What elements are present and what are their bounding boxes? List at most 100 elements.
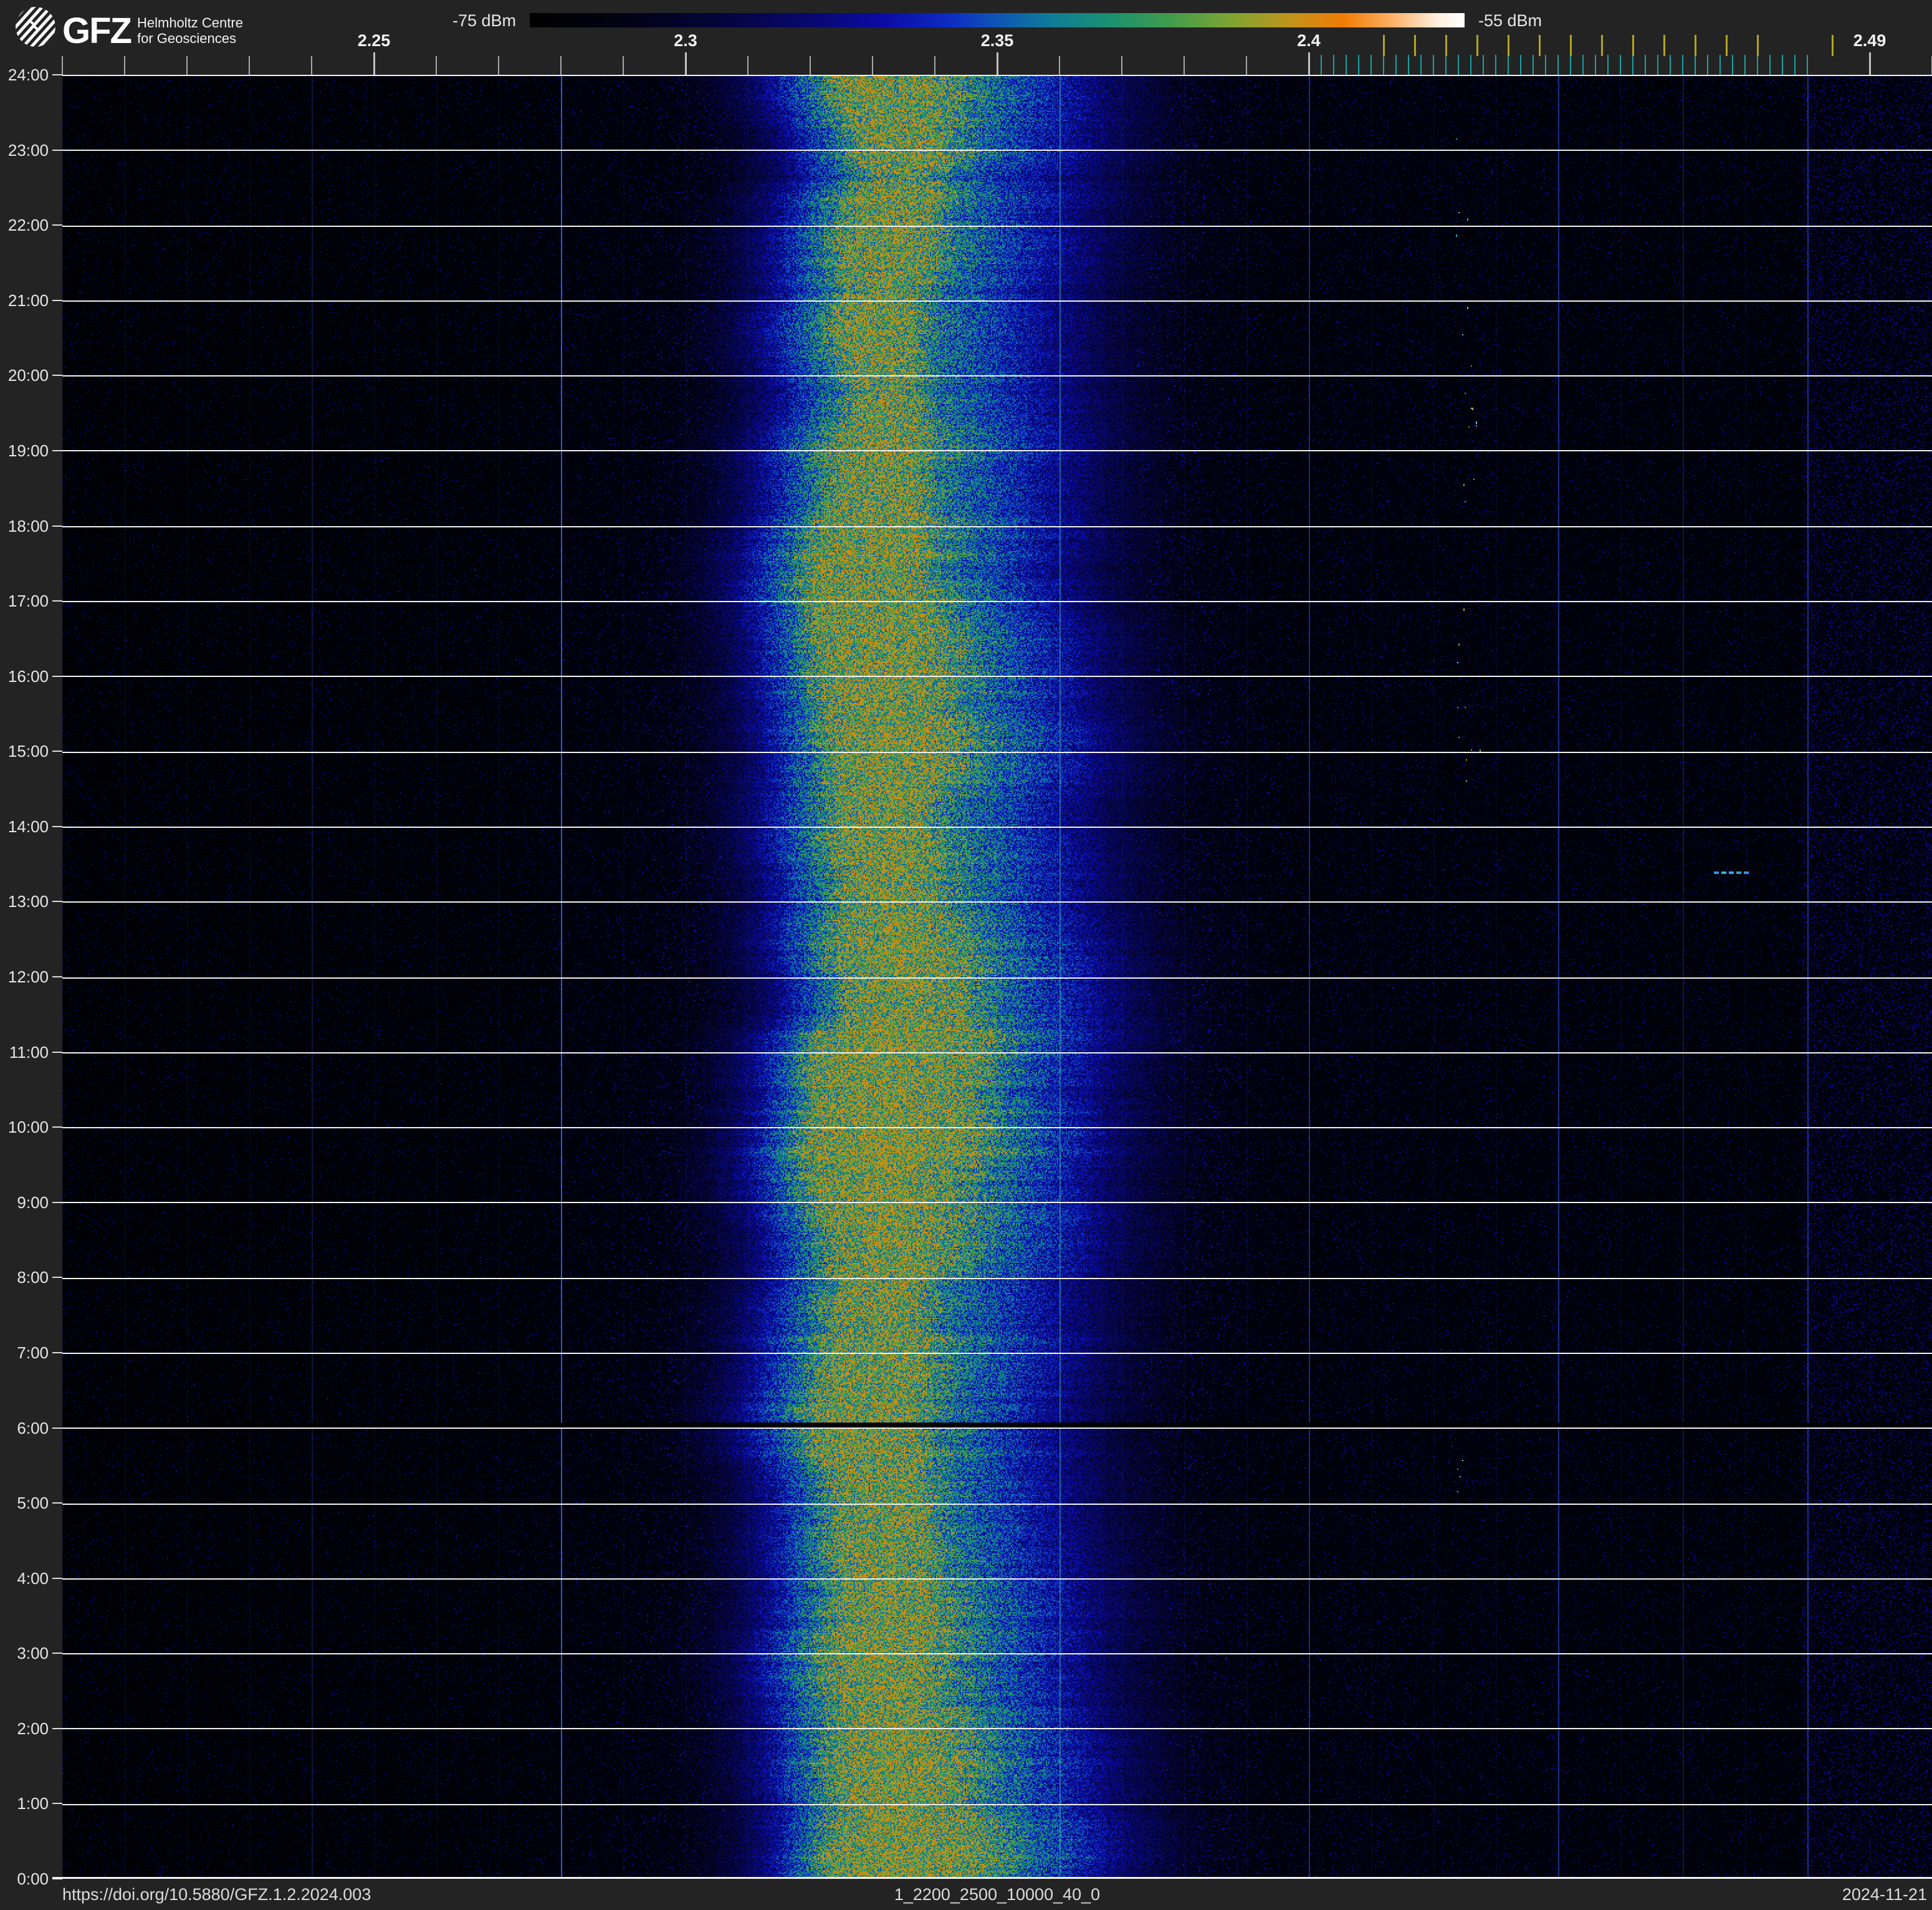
time-tick <box>52 600 62 602</box>
time-label: 23:00 <box>7 140 49 160</box>
ble-channel-tick <box>1682 55 1683 75</box>
time-label: 16:00 <box>7 666 49 686</box>
ble-channel-tick <box>1607 55 1609 75</box>
time-tick <box>52 675 62 677</box>
freq-tick-minor <box>872 56 873 75</box>
freq-tick-major <box>373 52 375 75</box>
time-tick <box>52 1803 62 1805</box>
dataset-id-label: 1_2200_2500_10000_40_0 <box>894 1885 1101 1904</box>
ble-channel-tick <box>1657 55 1658 75</box>
freq-tick-minor <box>124 56 125 75</box>
wifi-channel-tick <box>1832 35 1834 56</box>
time-tick <box>52 1351 62 1353</box>
time-tick <box>52 1051 62 1053</box>
time-label: 18:00 <box>7 516 49 535</box>
ble-channel-tick <box>1520 55 1521 75</box>
freq-tick-minor <box>311 56 312 75</box>
wifi-channel-tick <box>1632 35 1634 56</box>
time-tick <box>52 1277 62 1279</box>
freq-tick-minor <box>623 56 624 75</box>
wifi-channel-tick <box>1663 35 1665 56</box>
time-label: 11:00 <box>9 1042 49 1062</box>
wifi-channel-tick <box>1570 35 1572 56</box>
time-label: 2:00 <box>17 1719 49 1738</box>
ble-channel-tick <box>1620 55 1621 75</box>
freq-tick-minor <box>249 56 250 75</box>
time-label: 14:00 <box>7 817 49 836</box>
colorbar-min-label: -75 dBm <box>452 11 516 30</box>
time-tick <box>52 825 62 827</box>
time-tick <box>52 901 62 903</box>
freq-tick-label: 2.49 <box>1853 31 1887 50</box>
wifi-channel-tick <box>1695 35 1696 56</box>
freq-tick-minor <box>1184 56 1185 75</box>
time-tick <box>52 1126 62 1128</box>
time-label: 5:00 <box>17 1494 49 1513</box>
ble-channel-tick <box>1545 55 1546 75</box>
time-tick <box>52 74 62 75</box>
spectrogram-plot <box>62 75 1932 1879</box>
wifi-channel-tick <box>1445 35 1447 56</box>
ble-channel-tick <box>1695 55 1696 75</box>
freq-tick-label: 2.25 <box>357 31 391 50</box>
ble-channel-tick <box>1595 55 1596 75</box>
time-label: 24:00 <box>7 65 49 84</box>
ble-channel-tick <box>1470 55 1471 75</box>
time-label: 20:00 <box>7 366 49 385</box>
colorbar-gradient <box>530 13 1465 27</box>
ble-channel-tick <box>1645 55 1646 75</box>
time-label: 10:00 <box>7 1118 49 1137</box>
freq-tick-minor <box>1121 56 1122 75</box>
time-label: 15:00 <box>7 742 49 761</box>
ble-channel-tick <box>1433 55 1434 75</box>
freq-tick-label: 2.4 <box>1297 31 1321 50</box>
wifi-channel-tick <box>1539 35 1541 56</box>
ble-channel-tick <box>1370 55 1372 75</box>
freq-tick-major <box>997 52 998 75</box>
ble-channel-tick <box>1557 55 1559 75</box>
wifi-channel-tick <box>1508 35 1509 56</box>
ble-channel-tick <box>1707 55 1708 75</box>
wifi-channel-tick <box>1414 35 1416 56</box>
time-label: 17:00 <box>7 592 49 611</box>
freq-tick-minor <box>498 56 499 75</box>
gfz-globe-icon <box>16 7 55 47</box>
time-tick <box>52 299 62 301</box>
logo-acronym: GFZ <box>62 11 132 51</box>
time-label: 1:00 <box>17 1794 49 1813</box>
freq-tick-label: 2.3 <box>674 31 697 50</box>
time-label: 8:00 <box>17 1268 49 1287</box>
ble-channel-tick <box>1346 55 1347 75</box>
freq-tick-minor <box>62 56 63 75</box>
freq-tick-minor <box>1059 56 1060 75</box>
time-label: 13:00 <box>7 892 49 911</box>
time-label: 22:00 <box>7 216 49 235</box>
ble-channel-tick <box>1508 55 1509 75</box>
time-tick <box>52 976 62 977</box>
ble-channel-tick <box>1395 55 1397 75</box>
ble-channel-tick <box>1321 55 1322 75</box>
ble-channel-tick <box>1744 55 1746 75</box>
wifi-channel-tick <box>1383 35 1385 56</box>
time-tick <box>52 224 62 226</box>
ble-channel-tick <box>1632 55 1633 75</box>
ble-channel-tick <box>1445 55 1447 75</box>
wifi-channel-tick <box>1726 35 1728 56</box>
freq-tick-major <box>1308 52 1310 75</box>
wifi-channel-tick <box>1757 35 1759 56</box>
ble-channel-tick <box>1533 55 1534 75</box>
wifi-channel-tick <box>1476 35 1478 56</box>
ble-channel-tick <box>1458 55 1459 75</box>
freq-tick-minor <box>560 56 562 75</box>
time-tick <box>52 1201 62 1203</box>
ble-channel-tick <box>1582 55 1584 75</box>
freq-tick-label: 2.35 <box>980 31 1014 50</box>
freq-tick-minor <box>934 56 935 75</box>
time-label: 12:00 <box>7 967 49 986</box>
time-label: 6:00 <box>17 1418 49 1437</box>
logo-tagline-line1: Helmholtz Centre <box>136 15 243 31</box>
time-tick <box>52 375 62 377</box>
time-label: 21:00 <box>7 290 49 310</box>
ble-channel-tick <box>1483 55 1484 75</box>
freq-tick-minor <box>747 56 748 75</box>
